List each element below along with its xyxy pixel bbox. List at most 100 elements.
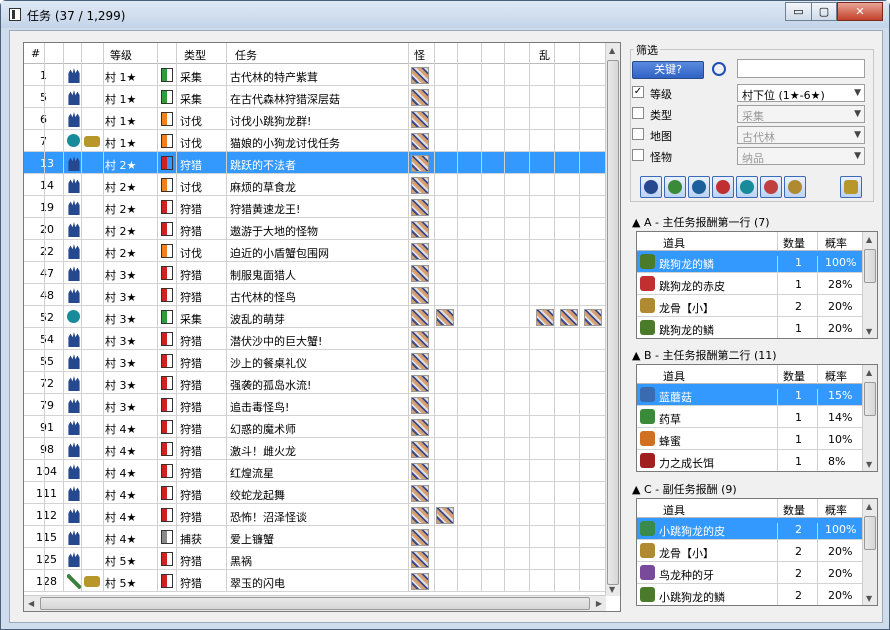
table-hscroll[interactable]: ◀ ▶ [24, 595, 606, 611]
reward-list-0[interactable]: 道具 数量 概率 跳狗龙的鳞 1 100% 跳狗龙的赤皮 1 28% 龙骨【小】… [636, 231, 878, 339]
table-row[interactable]: 20 村 2★ 狩猎 遨游于大地的怪物 [24, 218, 606, 240]
quest-rank: 村 1★ [105, 71, 137, 84]
scroll-up-icon[interactable]: ▲ [866, 235, 872, 244]
table-row[interactable]: 47 村 3★ 狩猎 制服鬼面猎人 [24, 262, 606, 284]
table-vscroll-thumb[interactable] [607, 60, 619, 585]
reward-title-1: B - 主任务报酬第二行 (11) [643, 349, 777, 362]
scroll-down-icon[interactable]: ▼ [609, 585, 615, 594]
table-row[interactable]: 5村 1★采集在古代森林狩猎深层菇 [24, 86, 606, 108]
reward-col-qty[interactable]: 数量 [783, 235, 805, 251]
reward-col-pct[interactable]: 概率 [825, 368, 847, 384]
table-row[interactable]: 48 村 3★ 狩猎 古代林的怪鸟 [24, 284, 606, 306]
scroll-up-icon[interactable]: ▲ [866, 502, 872, 511]
beast-filter-icon[interactable] [736, 176, 758, 198]
reward-row[interactable]: 龙骨【小】 2 20% [637, 295, 863, 322]
village-filter-icon[interactable] [640, 176, 662, 198]
scroll-down-icon[interactable]: ▼ [866, 460, 872, 469]
scroll-down-icon[interactable]: ▼ [866, 327, 872, 336]
reward-vscroll-thumb[interactable] [864, 249, 876, 283]
table-row[interactable]: 7村 1★讨伐猫娘的小狗龙讨伐任务 [24, 130, 606, 152]
minimize-button[interactable]: ▭ [785, 2, 812, 21]
flame-filter-icon[interactable] [712, 176, 734, 198]
scroll-up-icon[interactable]: ▲ [609, 46, 615, 55]
sword-filter-icon[interactable] [664, 176, 686, 198]
reward-row[interactable]: 跳狗龙的鳞 1 100% [637, 251, 863, 278]
table-row[interactable]: 6村 1★讨伐讨伐小跳狗龙群! [24, 108, 606, 130]
table-row[interactable]: 79 村 3★ 狩猎 追击毒怪鸟! [24, 394, 606, 416]
table-row[interactable]: 72 村 3★ 狩猎 强袭的孤岛水流! [24, 372, 606, 394]
table-row[interactable]: 125 村 5★ 狩猎 黑祸 [24, 548, 606, 570]
table-row[interactable]: 128 村 5★ 狩猎 翠玉的闪电 [24, 570, 606, 592]
table-row[interactable]: 55 村 3★ 狩猎 沙上的餐桌礼仪 [24, 350, 606, 372]
reward-vscroll-thumb[interactable] [864, 382, 876, 416]
keyword-button[interactable]: 关键? [632, 61, 704, 79]
col-quest[interactable]: 任务 [235, 47, 257, 63]
scroll-left-icon[interactable]: ◀ [28, 599, 34, 608]
table-row[interactable]: 22 村 2★ 讨伐 迫近的小盾蟹包围网 [24, 240, 606, 262]
table-row[interactable]: 14 村 2★ 讨伐 麻烦的草食龙 [24, 174, 606, 196]
table-row[interactable]: 91 村 4★ 狩猎 幻惑的魔术师 [24, 416, 606, 438]
table-row[interactable]: 115 村 4★ 捕获 爱上镰蟹 [24, 526, 606, 548]
table-row[interactable]: 112 村 4★ 狩猎 恐怖！沼泽怪谈 [24, 504, 606, 526]
table-row[interactable]: 111 村 4★ 狩猎 绞蛇龙起舞 [24, 482, 606, 504]
filter-1-checkbox[interactable] [632, 107, 644, 119]
col-monster[interactable]: 怪 [414, 47, 425, 63]
reward-list-2[interactable]: 道具 数量 概率 小跳狗龙的皮 2 100% 龙骨【小】 2 20% 鸟龙种的牙… [636, 498, 878, 606]
table-row[interactable]: 19 村 2★ 狩猎 狩猎黄速龙王! [24, 196, 606, 218]
maximize-button[interactable]: ▢ [811, 2, 837, 21]
keyword-input[interactable] [737, 59, 865, 78]
table-row[interactable]: 98 村 4★ 狩猎 激斗！雌火龙 [24, 438, 606, 460]
reward-vscroll[interactable]: ▲ ▼ [862, 365, 877, 471]
col-rank[interactable]: 等级 [110, 47, 132, 63]
close-button[interactable]: ✕ [837, 2, 883, 21]
filter-1-select[interactable]: 采集 ▼ [737, 105, 865, 123]
scroll-down-icon[interactable]: ▼ [866, 594, 872, 603]
scroll-right-icon[interactable]: ▶ [596, 599, 602, 608]
reward-row[interactable]: 跳狗龙的鳞 1 20% [637, 317, 863, 338]
table-row[interactable]: 54 村 3★ 狩猎 潜伏沙中的巨大蟹! [24, 328, 606, 350]
table-row[interactable]: 1村 1★采集古代林的特产紫茸 [24, 64, 606, 86]
paw-filter-icon[interactable] [784, 176, 806, 198]
reward-row[interactable]: 蓝蘑菇 1 15% [637, 384, 863, 411]
filter-3-select[interactable]: 纳品 ▼ [737, 147, 865, 165]
filter-2-select[interactable]: 古代林 ▼ [737, 126, 865, 144]
reward-row[interactable]: 药草 1 14% [637, 406, 863, 433]
reward-col-item[interactable]: 道具 [663, 502, 685, 518]
reward-list-1[interactable]: 道具 数量 概率 蓝蘑菇 1 15% 药草 1 14% 蜂蜜 1 10% 力之成… [636, 364, 878, 472]
col-type[interactable]: 类型 [184, 47, 206, 63]
col-num[interactable]: # [31, 47, 40, 60]
reward-row[interactable]: 小跳狗龙的皮 2 100% [637, 518, 863, 545]
reward-vscroll[interactable]: ▲ ▼ [862, 232, 877, 338]
filter-2-checkbox[interactable] [632, 128, 644, 140]
scroll-up-icon[interactable]: ▲ [866, 368, 872, 377]
filter-3-checkbox[interactable] [632, 149, 644, 161]
quest-table[interactable]: # 等级 类型 任务 怪 乱 1村 1★采集古代林的特产紫茸5村 1★采集在古代… [23, 42, 621, 612]
reward-col-pct[interactable]: 概率 [825, 502, 847, 518]
reward-row[interactable]: 力之成长饵 1 8% [637, 450, 863, 471]
reward-vscroll[interactable]: ▲ ▼ [862, 499, 877, 605]
table-row[interactable]: 52 村 3★ 采集 波乱的萌芽 [24, 306, 606, 328]
reward-row[interactable]: 鸟龙种的牙 2 20% [637, 562, 863, 589]
reward-row[interactable]: 跳狗龙的赤皮 1 28% [637, 273, 863, 300]
filter-0-select[interactable]: 村下位 (1★-6★) ▼ [737, 84, 865, 102]
table-row[interactable]: 104 村 4★ 狩猎 红煌流星 [24, 460, 606, 482]
reward-col-qty[interactable]: 数量 [783, 502, 805, 518]
table-hscroll-thumb[interactable] [40, 597, 590, 610]
reward-row[interactable]: 小跳狗龙的鳞 2 20% [637, 584, 863, 605]
col-frenzy[interactable]: 乱 [539, 47, 550, 63]
table-vscroll[interactable]: ▲ ▼ [605, 43, 620, 596]
chat-filter-icon[interactable] [840, 176, 862, 198]
reward-col-pct[interactable]: 概率 [825, 235, 847, 251]
reward-row[interactable]: 龙骨【小】 2 20% [637, 540, 863, 567]
reward-vscroll-thumb[interactable] [864, 516, 876, 550]
gear-filter-icon[interactable] [688, 176, 710, 198]
reward-col-qty[interactable]: 数量 [783, 368, 805, 384]
search-icon[interactable] [712, 62, 726, 76]
reward-col-item[interactable]: 道具 [663, 235, 685, 251]
title-bar[interactable]: 任务 (37 / 1,299) ▭ ▢ ✕ [1, 1, 889, 28]
reward-row[interactable]: 蜂蜜 1 10% [637, 428, 863, 455]
reward-col-item[interactable]: 道具 [663, 368, 685, 384]
filter-0-checkbox[interactable]: ✓ [632, 86, 644, 98]
table-row[interactable]: 13 村 2★ 狩猎 跳跃的不法者 [24, 152, 606, 174]
dragon-filter-icon[interactable] [760, 176, 782, 198]
